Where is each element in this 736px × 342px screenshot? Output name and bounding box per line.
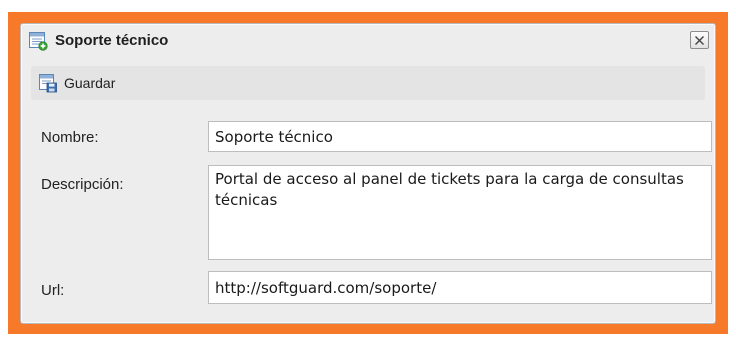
dialog-title: Soporte técnico xyxy=(55,32,169,49)
nombre-label: Nombre: xyxy=(41,129,99,146)
descripcion-label: Descripción: xyxy=(41,176,124,193)
save-button[interactable]: Guardar xyxy=(31,70,121,96)
add-form-icon xyxy=(28,31,48,51)
descripcion-field[interactable]: Portal de acceso al panel de tickets par… xyxy=(208,165,712,260)
close-icon xyxy=(694,35,705,46)
highlight-frame: Soporte técnico Guardar Nombre: Soporte … xyxy=(8,12,728,334)
save-form-icon xyxy=(38,73,58,93)
url-label: Url: xyxy=(41,282,65,299)
dialog-window: Soporte técnico Guardar Nombre: Soporte … xyxy=(20,23,716,324)
nombre-field[interactable] xyxy=(208,121,712,152)
url-field[interactable] xyxy=(208,271,712,304)
close-button[interactable] xyxy=(690,31,709,49)
dialog-titlebar: Soporte técnico xyxy=(21,24,715,57)
dialog-toolbar: Guardar xyxy=(31,66,705,100)
save-button-label: Guardar xyxy=(64,75,116,91)
